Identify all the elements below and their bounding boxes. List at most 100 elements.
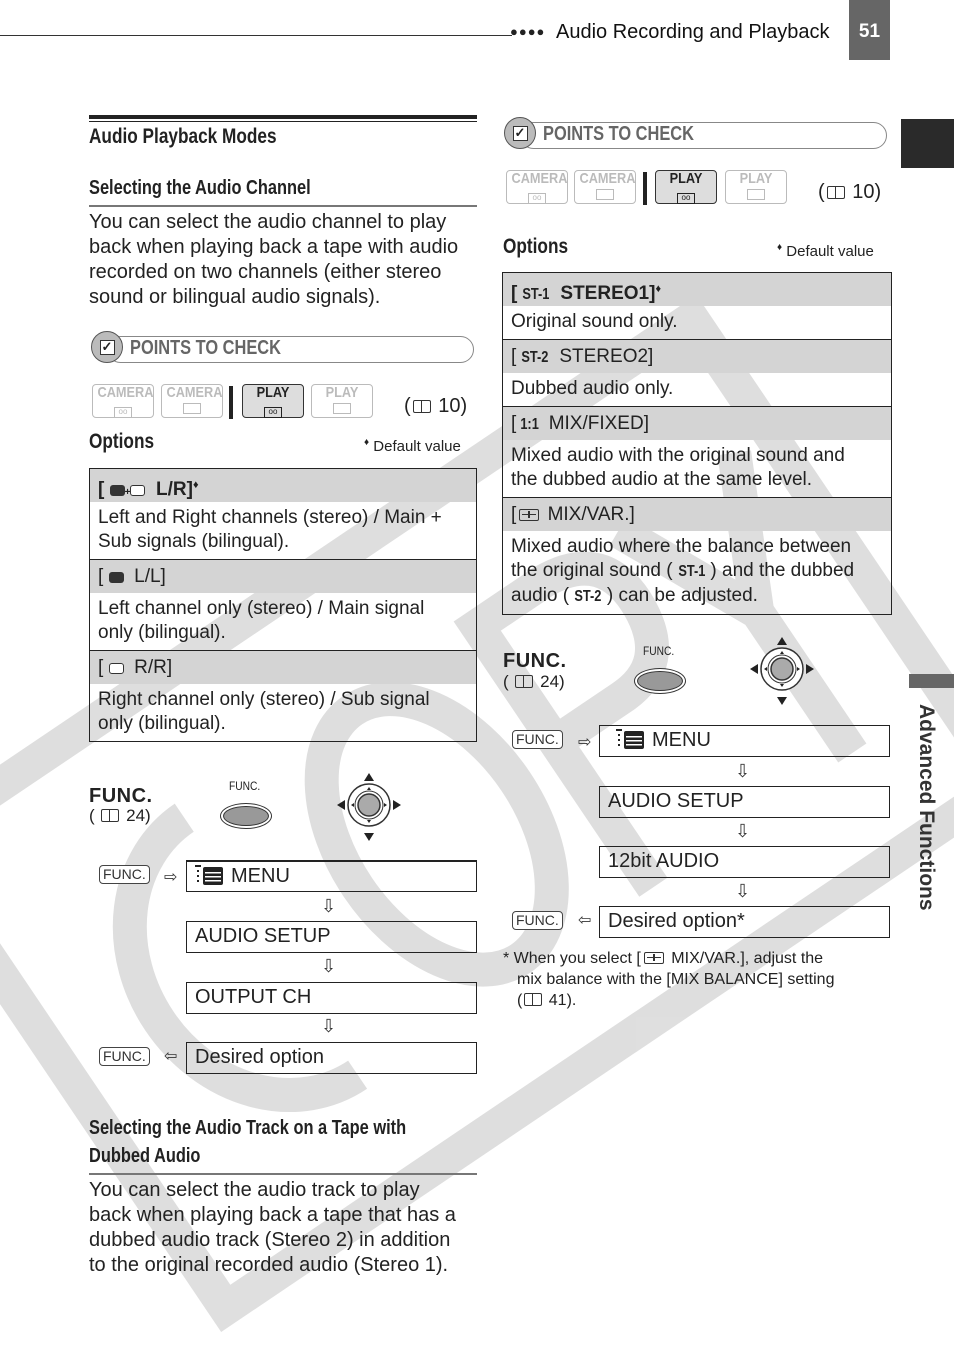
- mix-var-footnote: * When you select [ MIX/VAR.], adjust th…: [503, 948, 893, 1011]
- track-description: You can select the audio track to play b…: [89, 1178, 479, 1278]
- func-button-caption: FUNC.: [229, 779, 261, 793]
- mode-separator: [643, 172, 647, 205]
- tape-icon: oo: [528, 193, 546, 204]
- default-value-note: ♦ Default value: [364, 437, 461, 455]
- joystick-icon[interactable]: [749, 636, 815, 706]
- text-line: back when playing back a tape with audio: [89, 236, 459, 258]
- option-name: L/L]: [134, 566, 166, 587]
- text-line: sound or bilingual audio signals).: [89, 286, 381, 308]
- option-mix-fixed: [1:1 MIX/FIXED]: [503, 407, 891, 440]
- mode-camera-card: CAMERA: [574, 170, 636, 204]
- option-lr-desc: Left and Right channels (stereo) / Main …: [90, 502, 476, 560]
- option-name: L/R]: [156, 479, 193, 500]
- diamond-icon: ♦: [777, 242, 783, 253]
- func-title: FUNC.: [89, 785, 153, 807]
- points-to-check-label: POINTS TO CHECK: [543, 123, 694, 145]
- st2-icon: ST-2: [521, 349, 549, 366]
- text-line: only (bilingual).: [98, 713, 226, 734]
- func-tag-close: FUNC.: [512, 911, 563, 930]
- mode-label: CAMERA: [579, 170, 636, 187]
- channel-description: You can select the audio channel to play…: [89, 210, 479, 310]
- text-part: audio (: [511, 585, 570, 606]
- points-to-check-label: POINTS TO CHECK: [130, 337, 281, 359]
- options-heading: Options: [503, 235, 569, 258]
- tape-icon: oo: [264, 407, 282, 418]
- text-line: You can select the audio track to play: [89, 1179, 420, 1201]
- func-button[interactable]: [634, 668, 686, 694]
- chapter-tab-indicator: [909, 674, 954, 688]
- book-icon: [524, 993, 543, 1006]
- option-rr-desc: Right channel only (stereo) / Sub signal…: [90, 684, 476, 741]
- sub-bubble-icon: [130, 485, 146, 496]
- text-line: the original sound (ST-1) and the dubbed: [511, 559, 883, 584]
- text-line: audio (ST-2) can be adjusted.: [511, 584, 883, 609]
- func-button-caption: FUNC.: [643, 644, 675, 658]
- option-name: MIX/FIXED]: [548, 413, 649, 434]
- card-icon: [183, 403, 201, 414]
- left-arrow-icon: ⇦: [164, 1048, 178, 1065]
- track-heading-rule: [89, 1173, 477, 1175]
- mode-camera-tape: CAMERA oo: [506, 170, 568, 204]
- mix-var-icon: [519, 509, 540, 521]
- book-icon: [101, 809, 120, 822]
- text-part: * When you select [: [503, 950, 641, 967]
- channel-heading-rule: [89, 205, 477, 207]
- func-tag-open: FUNC.: [99, 865, 150, 884]
- step-label: MENU: [652, 729, 711, 751]
- flow-step-audio-setup: AUDIO SETUP: [599, 786, 890, 818]
- down-arrow-icon: ⇩: [321, 1016, 337, 1036]
- main-bubble-icon: [108, 572, 124, 583]
- text-line: back when playing back a tape that has a: [89, 1204, 456, 1226]
- option-mix-var: [ MIX/VAR.]: [503, 498, 891, 531]
- flow-step-menu: MENU: [186, 860, 477, 892]
- heading-line: Selecting the Audio Track on a Tape with: [89, 1117, 407, 1139]
- sub-bubble-icon: [108, 663, 124, 674]
- option-name: STEREO1]: [560, 283, 656, 304]
- mode-play-tape: PLAY oo: [242, 384, 304, 418]
- mode-label: PLAY: [739, 170, 773, 187]
- menu-icon: [195, 865, 223, 885]
- text-line: Left channel only (stereo) / Main signal: [98, 598, 425, 619]
- flow-step-12bit-audio: 12bit AUDIO: [599, 846, 890, 878]
- text-line: Sub signals (bilingual).: [98, 531, 290, 552]
- default-diamond-icon: ♦: [192, 479, 199, 491]
- right-arrow-icon: ⇨: [164, 869, 178, 886]
- book-icon: [515, 675, 534, 688]
- track-heading: Selecting the Audio Track on a Tape with…: [89, 1114, 406, 1170]
- ref-page: 10: [438, 395, 461, 417]
- text-line: mix balance with the [MIX BALANCE] setti…: [517, 971, 835, 988]
- default-value-note: ♦ Default value: [777, 242, 874, 260]
- mode-label: PLAY: [669, 170, 703, 187]
- text-part: (: [517, 992, 523, 1009]
- down-arrow-icon: ⇩: [321, 896, 337, 916]
- option-ll: [ L/L]: [90, 560, 476, 593]
- func-tag-open: FUNC.: [512, 730, 563, 749]
- default-diamond-icon: ♦: [655, 283, 662, 295]
- option-name: MIX/VAR.]: [547, 504, 635, 525]
- flow-step-audio-setup: AUDIO SETUP: [186, 921, 477, 953]
- text-part: MIX/VAR.], adjust the: [671, 950, 824, 967]
- options-heading: Options: [89, 430, 155, 453]
- mix-var-icon: [643, 952, 664, 964]
- option-name: STEREO2]: [559, 346, 654, 367]
- mode-label: CAMERA: [166, 384, 223, 401]
- text-line: the dubbed audio at the same level.: [511, 469, 813, 490]
- text-line: Mixed audio with the original sound and: [511, 445, 845, 466]
- mode-play-card: PLAY: [311, 384, 373, 418]
- text-line: Left and Right channels (stereo) / Main …: [98, 507, 442, 528]
- text-line: You can select the audio channel to play: [89, 211, 447, 233]
- channel-heading: Selecting the Audio Channel: [89, 177, 311, 199]
- card-icon: [333, 403, 351, 414]
- func-button[interactable]: [220, 803, 272, 829]
- text-line: ( 41).: [503, 990, 893, 1011]
- card-icon: [747, 189, 765, 200]
- page-reference: ( 10): [818, 181, 882, 203]
- joystick-icon[interactable]: [336, 772, 402, 842]
- menu-icon: [616, 729, 644, 749]
- mode-play-card: PLAY: [725, 170, 787, 204]
- ref-page: 24: [126, 806, 146, 825]
- page-reference: ( 10): [404, 395, 468, 417]
- mode-label: CAMERA: [511, 170, 568, 187]
- st1-icon: ST-1: [522, 286, 550, 303]
- ref-page: 10: [852, 181, 875, 203]
